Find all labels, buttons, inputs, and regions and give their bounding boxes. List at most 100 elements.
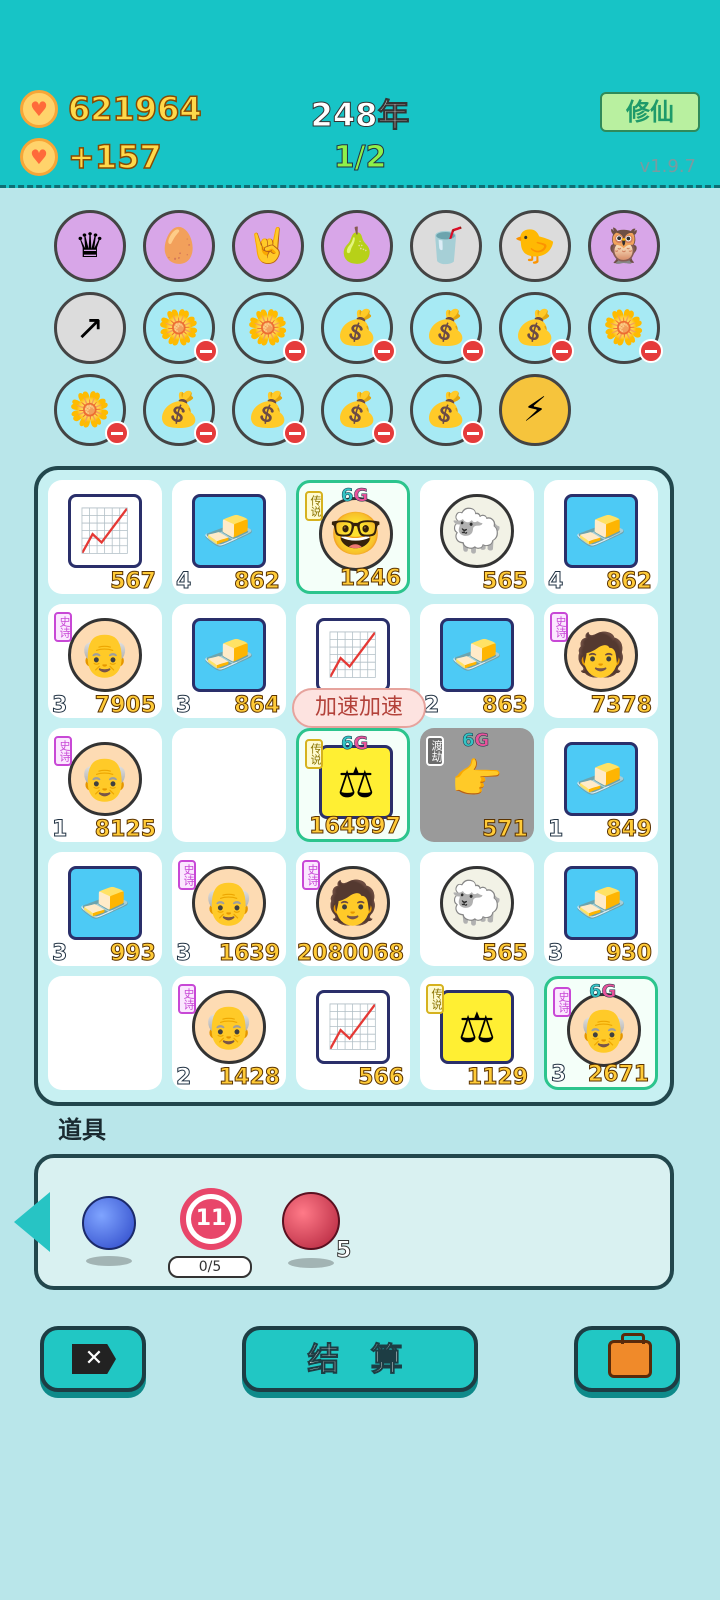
- cell-value: 1428: [218, 1065, 280, 1091]
- board-cell[interactable]: [172, 728, 286, 842]
- exit-button[interactable]: ✕: [40, 1326, 146, 1392]
- cell-value: 862: [234, 569, 281, 595]
- cell-level: 3: [175, 941, 192, 967]
- target-icon[interactable]: 11: [180, 1188, 242, 1250]
- cell-level: 3: [51, 941, 68, 967]
- props-title: 道具: [58, 1116, 106, 1144]
- remove-icon[interactable]: [283, 421, 307, 445]
- money-bag-icon[interactable]: 💰: [232, 374, 307, 446]
- board-cell[interactable]: 🧈 3 930: [544, 852, 658, 967]
- old-man-icon: 👴: [567, 993, 641, 1067]
- flower-pot-icon[interactable]: 🌼: [54, 374, 129, 446]
- remove-icon[interactable]: [639, 339, 663, 363]
- flower-pot-icon[interactable]: 🌼: [232, 292, 307, 364]
- board-cell[interactable]: ⚖ 传说 6G 164997: [296, 728, 410, 842]
- egg-icon[interactable]: 🥚: [143, 210, 215, 282]
- milk-tea-icon[interactable]: 🥤: [410, 210, 482, 282]
- remove-icon[interactable]: [461, 421, 485, 445]
- remove-icon[interactable]: [372, 421, 396, 445]
- board-cell[interactable]: 👴 史诗 3 1639: [172, 852, 286, 967]
- board-cell[interactable]: 📈 566: [296, 976, 410, 1091]
- blueberry-shadow: [86, 1256, 132, 1266]
- sheep-icon: 🐑: [440, 866, 514, 940]
- badge-letter: G: [474, 730, 490, 752]
- 6g-badge: 6G: [589, 981, 617, 1003]
- money-bag-icon[interactable]: 💰: [410, 374, 485, 446]
- board-cell[interactable]: 🧈 3 993: [48, 852, 162, 967]
- money-bag-icon[interactable]: 💰: [321, 374, 396, 446]
- cell-value: 1246: [339, 566, 401, 592]
- flower-pot-icon[interactable]: 🌼: [143, 292, 218, 364]
- props-prev-arrow-icon[interactable]: [14, 1192, 50, 1252]
- cell-value: 7378: [590, 693, 652, 719]
- badge-number: 6: [341, 733, 354, 755]
- board-cell[interactable]: 🐑 565: [420, 480, 534, 595]
- rarity-tag: 传说: [305, 739, 323, 769]
- gold-icon: 🧈: [564, 742, 638, 816]
- board-cell[interactable]: 🤓 传说 6G 1246: [296, 480, 410, 594]
- old-man-icon: 👴: [68, 742, 142, 816]
- briefcase-icon: [608, 1333, 652, 1378]
- board-cell[interactable]: 🧈 1 849: [544, 728, 658, 843]
- chick-egg-icon[interactable]: 🐤: [499, 210, 571, 282]
- pomelo-icon[interactable]: 🍐: [321, 210, 393, 282]
- speed-up-bubble[interactable]: 加速加速: [292, 688, 426, 728]
- board-cell[interactable]: 🐑 565: [420, 852, 534, 967]
- lychee-shadow: [288, 1258, 334, 1268]
- cell-value: 2671: [587, 1062, 649, 1088]
- bag-button[interactable]: [574, 1326, 680, 1392]
- badge-letter: G: [353, 733, 369, 755]
- version-label: v1.9.7: [639, 156, 696, 177]
- board-cell[interactable]: 🧈 4 862: [172, 480, 286, 595]
- blueberry-icon[interactable]: [82, 1196, 136, 1250]
- remove-icon[interactable]: [550, 339, 574, 363]
- rarity-tag: 史诗: [54, 612, 72, 642]
- arrow-card-icon[interactable]: ↗: [54, 292, 126, 364]
- board-cell[interactable]: 🧈 3 864: [172, 604, 286, 719]
- board-cell[interactable]: 🧈 2 863: [420, 604, 534, 719]
- money-bag-icon[interactable]: 💰: [410, 292, 485, 364]
- rarity-tag: 史诗: [178, 860, 196, 890]
- cell-value: 930: [606, 941, 653, 967]
- inventory-panel: ♛ 🥚 🤘 🍐 🥤 🐤 🦉 ↗ 🌼 🌼 💰 💰 💰 🌼 🌼 💰 💰 💰 💰 ⚡: [54, 210, 674, 456]
- board-cell[interactable]: 📈 567: [48, 480, 162, 595]
- board-cell[interactable]: ⚖ 传说 1129: [420, 976, 534, 1091]
- lychee-icon[interactable]: [282, 1192, 340, 1250]
- remove-icon[interactable]: [194, 421, 218, 445]
- crown-box-icon[interactable]: ♛: [54, 210, 126, 282]
- board-cell[interactable]: 👴 史诗 1 8125: [48, 728, 162, 843]
- remove-icon[interactable]: [105, 421, 129, 445]
- inventory-row: ↗ 🌼 🌼 💰 💰 💰 🌼: [54, 292, 674, 364]
- board-cell[interactable]: 🧑 史诗 7378: [544, 604, 658, 719]
- close-icon: ✕: [72, 1344, 116, 1374]
- board-cell[interactable]: 👴 史诗 6G 3 2671: [544, 976, 658, 1090]
- money-bag-icon[interactable]: 💰: [499, 292, 574, 364]
- owl-icon[interactable]: 🦉: [588, 210, 660, 282]
- cell-value: 7905: [94, 693, 156, 719]
- remove-icon[interactable]: [461, 339, 485, 363]
- cell-level: 1: [51, 817, 68, 843]
- board-cell[interactable]: 🧑 史诗 2080068: [296, 852, 410, 967]
- rarity-tag: 传说: [305, 491, 323, 521]
- lightning-icon[interactable]: ⚡: [499, 374, 571, 446]
- cultivate-button[interactable]: 修仙: [600, 92, 700, 132]
- board-cell[interactable]: [48, 976, 162, 1090]
- remove-icon[interactable]: [372, 339, 396, 363]
- top-bar: ♥ 621964 ♥ +157 248年 1/2 修仙 v1.9.7: [0, 0, 720, 188]
- cell-level: 3: [175, 693, 192, 719]
- scale-icon: ⚖: [319, 745, 393, 819]
- board-cell[interactable]: 👉 渡劫 6G 571: [420, 728, 534, 843]
- remove-icon[interactable]: [283, 339, 307, 363]
- flower-pot-icon[interactable]: 🌼: [588, 292, 663, 364]
- board-cell[interactable]: 🧈 4 862: [544, 480, 658, 595]
- chart-icon: 📈: [316, 618, 390, 692]
- old-man-icon: 👴: [68, 618, 142, 692]
- settle-button[interactable]: 结 算: [242, 1326, 478, 1392]
- board-cell[interactable]: 👴 史诗 2 1428: [172, 976, 286, 1091]
- rarity-tag: 史诗: [553, 987, 571, 1017]
- money-bag-icon[interactable]: 💰: [321, 292, 396, 364]
- money-bag-icon[interactable]: 💰: [143, 374, 218, 446]
- board-cell[interactable]: 👴 史诗 3 7905: [48, 604, 162, 719]
- remove-icon[interactable]: [194, 339, 218, 363]
- rock-hand-icon[interactable]: 🤘: [232, 210, 304, 282]
